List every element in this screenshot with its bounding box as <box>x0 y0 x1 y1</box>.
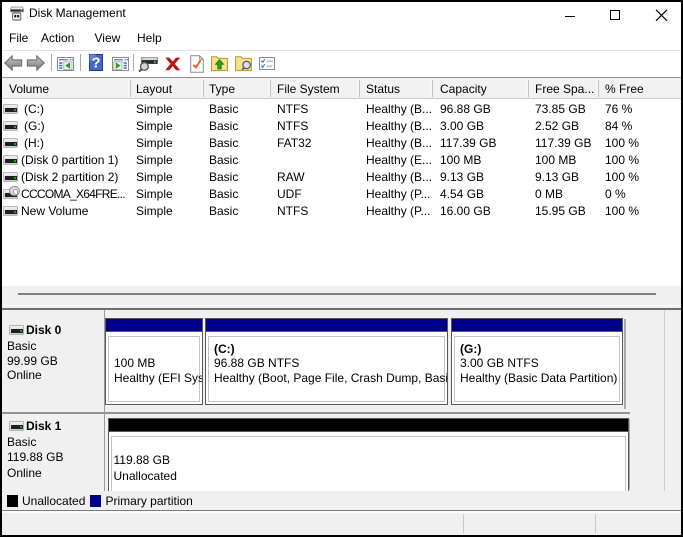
svg-text:?: ? <box>92 56 101 72</box>
